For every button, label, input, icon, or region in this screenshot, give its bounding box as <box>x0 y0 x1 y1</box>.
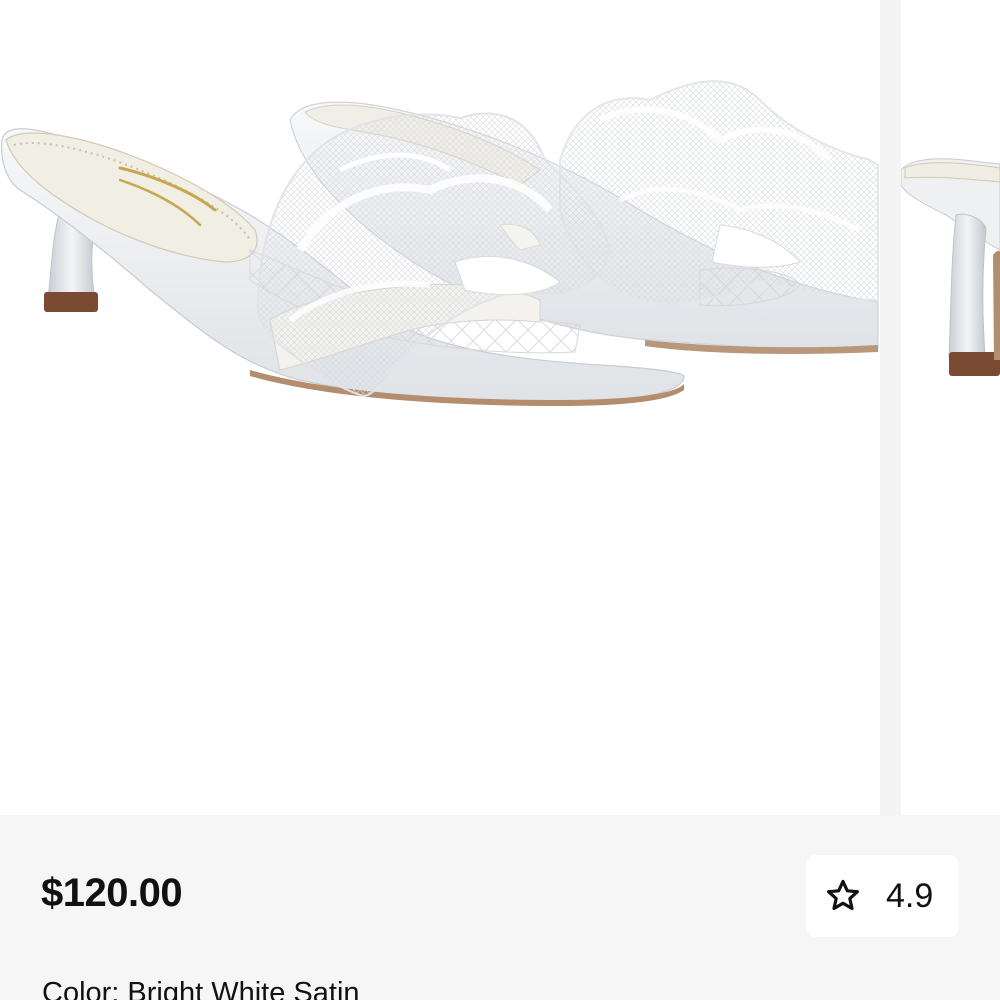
product-image-next-peek[interactable] <box>901 0 1000 815</box>
product-info-panel: $120.00 4.9 Color: Bright White Satin <box>0 815 1000 1000</box>
product-color-label: Color: Bright White Satin <box>42 977 360 1000</box>
product-image-carousel[interactable] <box>0 0 1000 815</box>
star-outline-icon <box>824 877 862 915</box>
sandal-illustration <box>1 80 879 406</box>
product-image-main[interactable] <box>0 0 880 815</box>
rating-value: 4.9 <box>886 877 934 915</box>
product-page: $120.00 4.9 Color: Bright White Satin <box>0 0 1000 1000</box>
rating-badge[interactable]: 4.9 <box>806 855 959 937</box>
sandal-next-illustration <box>901 158 1000 376</box>
product-price: $120.00 <box>41 871 183 915</box>
